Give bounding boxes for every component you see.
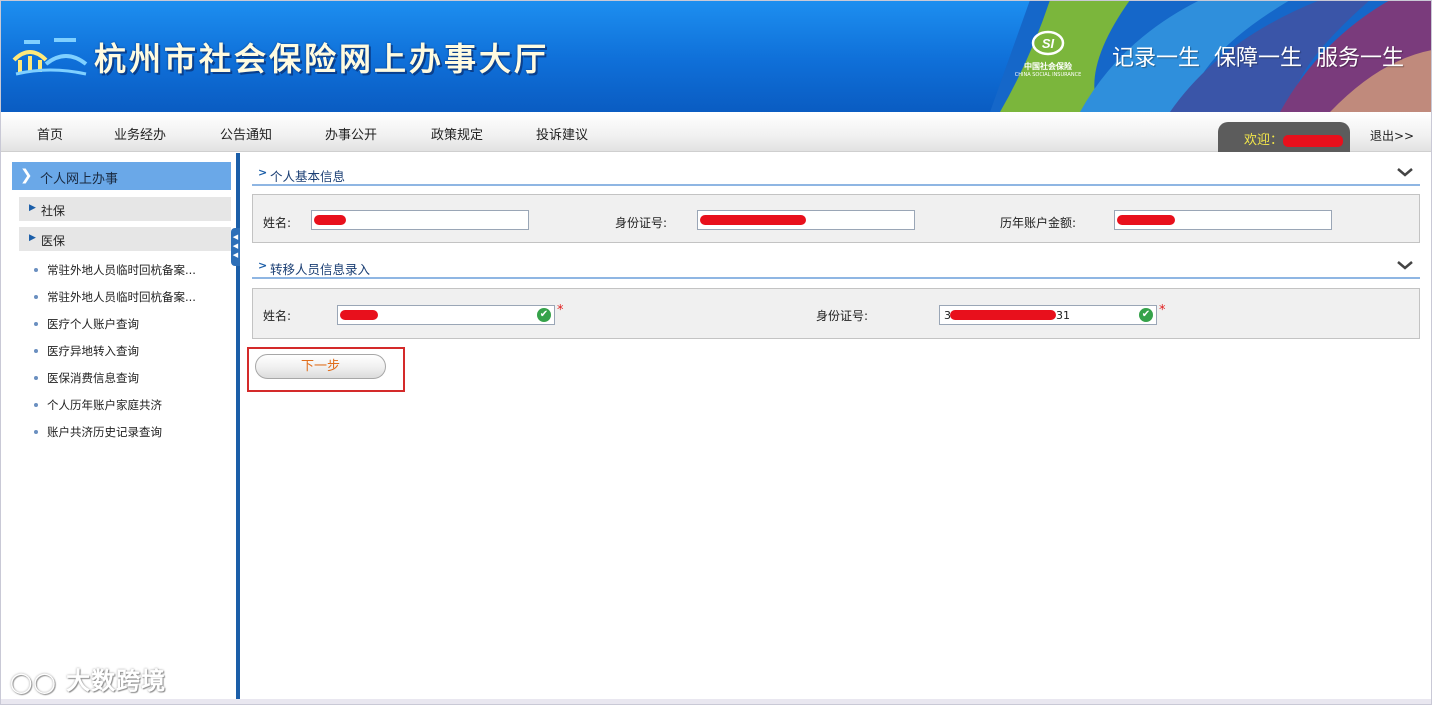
nav-public-affairs[interactable]: 办事公开 [325,124,377,143]
redacted-username [1283,134,1344,147]
watermark-text: 大数跨境 [66,667,167,695]
valid-check-icon: ✔ [1139,308,1153,322]
slogan-1: 记录一生 [1112,46,1201,71]
footer-strip [0,699,1432,705]
si-logo-cn: 中国社会保险 [1024,62,1072,71]
transfer-name-input[interactable]: ✔ [337,305,555,325]
section-transfer-header: > 转移人员信息录入 [252,255,1420,279]
sidebar-link-account-query[interactable]: 医疗个人账户查询 [34,316,139,332]
slogan-3: 服务一生 [1316,46,1405,71]
watermark: ◯◯ 大数跨境 [10,661,166,696]
header-slogan: 记录一生 保障一生 服务一生 [1112,40,1418,72]
triangle-right-icon: ▶ [29,203,36,213]
welcome-label: 欢迎： [1244,133,1284,148]
sidebar-link-transfer-query[interactable]: 医疗异地转入查询 [34,343,139,359]
redacted-transfer-name [340,310,378,320]
next-step-button[interactable]: 下一步 [255,354,386,379]
redacted-balance [1117,215,1175,225]
sidebar-group-label: 医保 [41,234,66,248]
sidebar-item-personal-services[interactable]: ❯ 个人网上办事 [12,162,231,190]
chevron-right-icon: > [258,166,268,179]
section-title: 个人基本信息 [270,169,346,184]
redacted-id-number [700,215,806,225]
redacted-transfer-id [950,310,1056,320]
sidebar-group-label: 社保 [41,204,66,218]
account-balance-field [1114,210,1332,230]
welcome-tab: 欢迎： [1218,122,1350,152]
hangzhou-logo-icon [12,38,88,76]
nav-business[interactable]: 业务经办 [114,124,166,143]
section-title: 转移人员信息录入 [270,262,371,277]
transfer-id-label: 身份证号: [816,309,869,323]
required-mark: * [1159,303,1166,318]
sidebar-item-label: 个人网上办事 [40,172,119,187]
collapse-chevron-icon[interactable] [1396,164,1414,180]
valid-check-icon: ✔ [537,308,551,322]
name-field [311,210,529,230]
chevron-right-icon: > [258,259,268,272]
sidebar-group-medical-insurance[interactable]: ▶ 医保 [19,227,231,251]
transfer-name-label: 姓名: [263,309,292,323]
nav-home[interactable]: 首页 [37,124,63,143]
account-balance-label: 历年账户金额: [1000,216,1077,230]
id-number-label: 身份证号: [615,216,668,230]
chevron-right-icon: ❯ [20,166,33,184]
transfer-id-input[interactable]: 3 31 ✔ [939,305,1157,325]
sidebar-link-sharing-history[interactable]: 账户共济历史记录查询 [34,424,162,440]
transfer-form: 姓名: ✔ * 身份证号: 3 31 ✔ * [252,288,1420,339]
sidebar-collapse-handle[interactable]: ◀ ◀ ◀ [231,228,240,266]
sidebar-link-temp-return-2[interactable]: 常驻外地人员临时回杭备案... [34,289,196,305]
nav-policies[interactable]: 政策规定 [431,124,483,143]
main-nav: 首页 业务经办 公告通知 办事公开 政策规定 投诉建议 欢迎： 退出>> [0,112,1432,152]
china-social-insurance-logo: SI 中国社会保险 CHINA SOCIAL INSURANCE [1010,30,1086,80]
si-emblem-icon: SI [1031,30,1065,56]
slogan-2: 保障一生 [1214,46,1303,71]
nav-complaints[interactable]: 投诉建议 [536,124,588,143]
sidebar-link-temp-return-1[interactable]: 常驻外地人员临时回杭备案... [34,262,196,278]
id-number-field [697,210,915,230]
sidebar-link-consumption-query[interactable]: 医保消费信息查询 [34,370,139,386]
site-title: 杭州市社会保险网上办事大厅 [94,40,550,78]
collapse-chevron-icon[interactable] [1396,257,1414,273]
nav-notices[interactable]: 公告通知 [220,124,272,143]
si-logo-en: CHINA SOCIAL INSURANCE [1014,72,1082,78]
triangle-right-icon: ▶ [29,233,36,243]
transfer-id-suffix: 31 [1056,309,1070,322]
basic-info-form: 姓名: 身份证号: 历年账户金额: [252,194,1420,243]
header-banner: 杭州市社会保险网上办事大厅 SI 中国社会保险 CHINA SOCIAL INS… [0,0,1432,112]
required-mark: * [557,303,564,318]
watermark-logo-icon: ◯◯ [10,670,57,694]
svg-text:SI: SI [1042,36,1055,51]
logout-link[interactable]: 退出>> [1370,127,1414,144]
section-basic-info-header: > 个人基本信息 [252,162,1420,186]
sidebar-group-social-security[interactable]: ▶ 社保 [19,197,231,221]
redacted-name [314,215,346,225]
sidebar-link-family-sharing[interactable]: 个人历年账户家庭共济 [34,397,162,413]
name-label: 姓名: [263,216,292,230]
